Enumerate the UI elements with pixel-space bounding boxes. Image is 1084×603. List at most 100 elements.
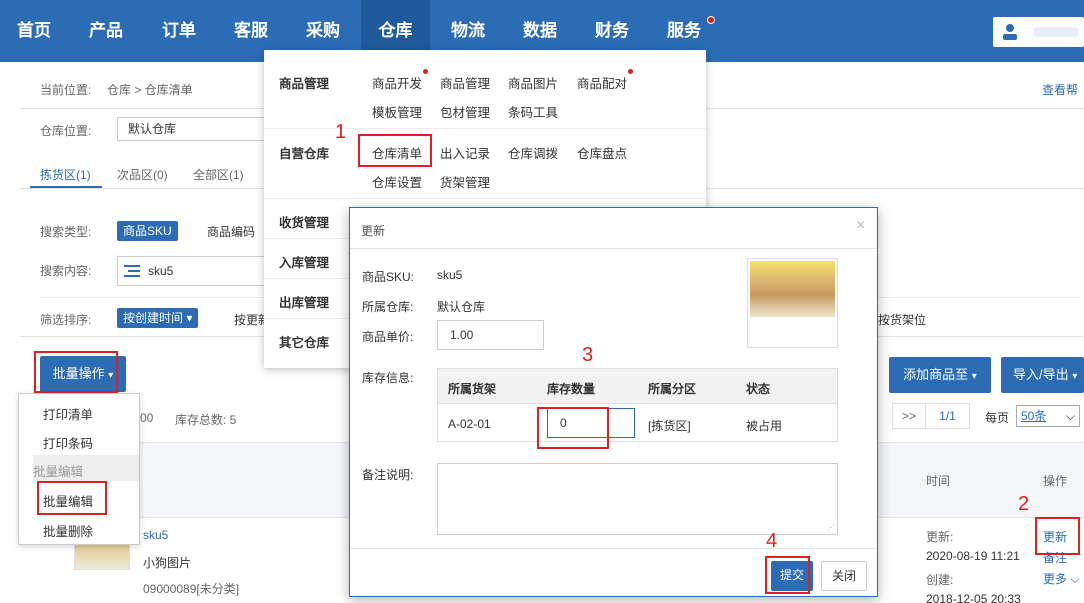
batch-dropdown: 打印清单 打印条码 批量编辑 批量编辑 批量删除 [18, 393, 140, 545]
row-created: 2018-12-05 20:33 [926, 592, 1021, 603]
modal-warehouse-value: 默认仓库 [437, 300, 486, 314]
add-to-label: 添加商品至 [903, 367, 969, 382]
stock-col-shelf: 所属货架 [448, 382, 497, 396]
annotation-2: 2 [1018, 493, 1030, 515]
annotation-box-batch-edit [37, 481, 107, 515]
modal-product-image [747, 258, 838, 348]
stock-col-status: 状态 [746, 382, 771, 396]
mm-inout-records[interactable]: 出入记录 [440, 143, 490, 162]
mm-cat-other: 其它仓库 [279, 336, 330, 350]
modal-stock-label: 库存信息: [362, 371, 414, 385]
per-page-value: 50条 [1021, 409, 1047, 423]
mm-goods-dev[interactable]: 商品开发 [372, 73, 422, 92]
modal-sku-label: 商品SKU: [362, 270, 415, 284]
mm-cat-inbound: 入库管理 [279, 256, 330, 270]
stock-shelf: A-02-01 [448, 417, 491, 431]
search-type-sku[interactable]: 商品SKU [117, 221, 178, 241]
stock-status: 被占用 [746, 419, 783, 433]
close-button[interactable]: 关闭 [821, 561, 867, 591]
mm-stocktake[interactable]: 仓库盘点 [577, 143, 627, 162]
nav-products[interactable]: 产品 [72, 0, 140, 62]
nav-orders[interactable]: 订单 [145, 0, 213, 62]
modal-warehouse-label: 所属仓库: [362, 300, 414, 314]
mm-transfer[interactable]: 仓库调拨 [508, 143, 558, 162]
row-updated-label: 更新: [926, 530, 954, 544]
mm-cat-receiving: 收货管理 [279, 216, 330, 230]
sort-by-created[interactable]: 按创建时间 ▾ [117, 308, 199, 328]
tab-all-zones[interactable]: 全部区(1) [193, 166, 244, 183]
user-icon [1003, 24, 1017, 40]
search-type-label: 搜索类型: [40, 225, 92, 239]
mm-new-dot [628, 69, 633, 74]
mm-new-dot [423, 69, 428, 74]
user-menu[interactable] [993, 17, 1084, 47]
dd-print-list[interactable]: 打印清单 [43, 404, 93, 423]
tab-picking-zone[interactable]: 拣货区(1) [40, 166, 91, 183]
search-type-code[interactable]: 商品编码 [207, 223, 255, 240]
row-more-label: 更多 [1043, 572, 1068, 586]
list-icon [124, 265, 140, 277]
modal-price-input[interactable]: 1.00 [437, 320, 544, 350]
row-created-label: 创建: [926, 573, 954, 587]
update-modal: 更新 × 商品SKU: sku5 所属仓库: 默认仓库 商品单价: 1.00 库… [349, 207, 878, 597]
tab-defect-zone[interactable]: 次品区(0) [117, 166, 168, 183]
row-code: 09000089[未分类] [143, 582, 240, 596]
pager-current: 1/1 [926, 403, 970, 429]
dd-section-title: 批量编辑 [33, 465, 84, 479]
filter-label: 筛选排序: [40, 313, 92, 327]
mm-goods-images[interactable]: 商品图片 [508, 73, 558, 92]
modal-note-textarea[interactable]: ⋰ [437, 463, 838, 535]
annotation-3: 3 [582, 344, 594, 366]
mm-goods-pairing[interactable]: 商品配对 [577, 73, 627, 92]
mm-template[interactable]: 模板管理 [372, 102, 422, 121]
breadcrumb-label: 当前位置: [40, 83, 92, 97]
chevron-down-icon: ⌵ [1070, 572, 1080, 586]
search-content-label: 搜索内容: [40, 264, 92, 278]
sort-by-shelf[interactable]: 按货架位 [878, 311, 926, 328]
row-updated: 2020-08-19 11:21 [926, 549, 1020, 563]
annotation-box-qty [537, 407, 609, 449]
modal-sku-value: sku5 [437, 268, 463, 282]
mm-shelf-manage[interactable]: 货架管理 [440, 172, 490, 191]
mm-warehouse-settings[interactable]: 仓库设置 [372, 172, 422, 191]
col-time: 时间 [926, 474, 951, 488]
stock-col-zone: 所属分区 [648, 382, 697, 396]
annotation-box-warehouse-list [358, 134, 432, 167]
stock-col-qty: 库存数量 [547, 382, 596, 396]
help-link[interactable]: 查看帮 [1042, 81, 1078, 98]
stock-zone: [拣货区] [648, 419, 691, 433]
modal-title: 更新 [361, 224, 386, 238]
row-more-link[interactable]: 更多 ⌵ [1043, 570, 1079, 587]
mm-barcode-tool[interactable]: 条码工具 [508, 102, 558, 121]
mm-cat-own-warehouse: 自营仓库 [279, 147, 330, 161]
mm-cat-goods: 商品管理 [279, 77, 330, 91]
close-icon[interactable]: × [856, 217, 865, 235]
import-export-button[interactable]: 导入/导出 ▾ [1001, 357, 1084, 393]
stock-table-header [437, 368, 838, 404]
add-to-button[interactable]: 添加商品至 ▾ [889, 357, 991, 393]
per-page-label: 每页 [985, 411, 1010, 425]
dd-print-barcode[interactable]: 打印条码 [43, 433, 93, 452]
pager-next[interactable]: >> [892, 403, 926, 429]
annotation-box-submit [765, 556, 810, 594]
mm-packaging[interactable]: 包材管理 [440, 102, 490, 121]
breadcrumb: 仓库 > 仓库清单 [107, 83, 193, 97]
import-export-label: 导入/导出 [1013, 367, 1069, 382]
mm-goods-manage[interactable]: 商品管理 [440, 73, 490, 92]
caret-down-icon: ▾ [1072, 371, 1078, 382]
modal-price-label: 商品单价: [362, 330, 414, 344]
row-name: 小狗图片 [143, 556, 192, 570]
nav-home[interactable]: 首页 [0, 0, 68, 62]
notification-dot [707, 16, 715, 24]
resize-handle-icon[interactable]: ⋰ [827, 523, 835, 532]
per-page-select[interactable]: 50条 ⌵ [1016, 405, 1080, 427]
warehouse-select[interactable]: 默认仓库 [117, 117, 267, 141]
row-sku[interactable]: sku5 [143, 528, 168, 542]
modal-note-label: 备注说明: [362, 468, 414, 482]
annotation-4: 4 [766, 530, 778, 552]
caret-down-icon: ▾ [971, 371, 977, 382]
stock-total: 库存总数: 5 [175, 413, 237, 427]
chevron-down-icon: ⌵ [1065, 409, 1075, 423]
dd-batch-delete[interactable]: 批量删除 [43, 521, 93, 540]
annotation-box-batch [34, 351, 118, 393]
